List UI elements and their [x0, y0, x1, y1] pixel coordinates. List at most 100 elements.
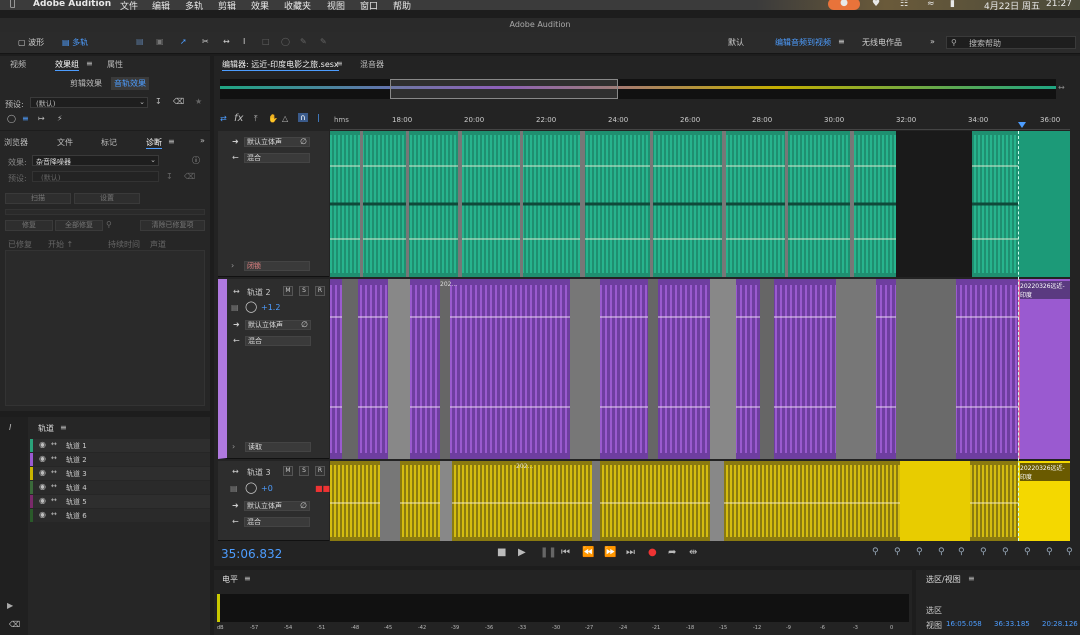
settings-expander[interactable] [5, 209, 205, 215]
tracks-timeline[interactable]: 202... 20220326远近-印度 202... 20220326远近-印… [330, 131, 1070, 541]
eye-icon[interactable]: ◉ [39, 468, 46, 477]
mute-button[interactable]: M [283, 466, 293, 476]
trash-icon[interactable]: ⌫ [9, 620, 20, 629]
zoom-tracks-icon[interactable]: ⚲ [1024, 547, 1031, 557]
track-2-mix[interactable]: 混合 [245, 336, 311, 346]
volume-knob[interactable]: ◯ [245, 481, 257, 494]
repair-all-button[interactable]: 全部修复 [55, 220, 103, 231]
tab-markers[interactable]: 标记 [101, 137, 117, 148]
track-3-header[interactable]: ↔ 轨道 3 M S R ▤ ◯ +0 ■■ ➜ 默认立体声 ∅ ← 混合 [218, 461, 330, 541]
zoom-reset-icon[interactable]: ⚲ [1046, 547, 1053, 557]
eye-icon[interactable]: ◉ [39, 454, 46, 463]
more-workspaces-icon[interactable]: » [930, 37, 935, 49]
subtab-clip-effects[interactable]: 剪辑效果 [70, 78, 102, 89]
track-1-clips[interactable] [330, 131, 1070, 277]
eye-icon[interactable]: ◉ [39, 510, 46, 519]
tab-browser[interactable]: 浏览器 [4, 137, 28, 148]
waveform-view-button[interactable]: ▢ 波形 [18, 37, 44, 49]
menu-file[interactable]: 文件 [120, 0, 138, 12]
track-3-mix[interactable]: 混合 [244, 517, 310, 527]
help-search[interactable]: ⚲ 搜索帮助 [946, 36, 1076, 49]
track-row[interactable]: ◉ ↔ 轨道 3 [30, 467, 210, 480]
session-overview[interactable] [220, 79, 1056, 99]
multitrack-view-button[interactable]: ▤ 多轨 [62, 37, 88, 49]
view-start[interactable]: 16:05.058 [946, 620, 982, 628]
scan-button[interactable]: 扫描 [5, 193, 71, 204]
snap-icon[interactable]: ⤒ [254, 114, 258, 124]
wifi-icon[interactable]: ≈ [927, 0, 935, 9]
pause-icon[interactable]: ❚❚ [540, 547, 557, 558]
battery-icon[interactable]: ▮ [950, 0, 955, 9]
col-repaired[interactable]: 已修复 [8, 239, 32, 250]
zoom-in-amplitude-icon[interactable]: ⚲ [872, 547, 879, 557]
col-channel[interactable]: 声道 [150, 239, 166, 250]
loop-icon[interactable]: ⇄ [220, 114, 227, 123]
save-preset-icon[interactable]: ↧ [155, 97, 162, 106]
menu-clip[interactable]: 剪辑 [218, 0, 236, 12]
marquee-tool-icon[interactable]: □ [262, 37, 270, 49]
menu-favorites[interactable]: 收藏夹 [284, 0, 311, 12]
solo-button[interactable]: S [299, 286, 309, 296]
track-row[interactable]: ◉ ↔ 轨道 4 [30, 481, 210, 494]
marker-icon[interactable]: ❘ [315, 113, 322, 122]
menu-window[interactable]: 窗口 [360, 0, 378, 12]
zoom-in-point-icon[interactable]: ⚲ [980, 547, 987, 557]
brush-tool-icon[interactable]: ✎ [300, 37, 307, 49]
subtab-track-effects[interactable]: 音轨效果 [111, 77, 149, 90]
workspace-default-tab[interactable]: 默认 [728, 37, 744, 49]
save-preset-icon[interactable]: ↧ [166, 172, 173, 181]
volume-knob[interactable]: ◯ [245, 300, 257, 313]
panel-menu-icon[interactable]: ≡ [60, 423, 67, 432]
time-selection-tool-icon[interactable]: I [243, 37, 245, 49]
repair-button[interactable]: 修复 [5, 220, 53, 231]
diagnostic-effect-select[interactable]: 杂音降噪器 ⌄ [32, 155, 159, 166]
play-icon[interactable]: ▶ [518, 547, 526, 558]
preset-select[interactable]: (默认) ⌄ [30, 97, 148, 108]
spectral-display-icon[interactable]: ▤ [136, 37, 144, 49]
apple-icon[interactable]:  [10, 0, 15, 9]
track-row[interactable]: ◉ ↔ 轨道 6 [30, 509, 210, 522]
menu-multitrack[interactable]: 多轨 [185, 0, 203, 12]
null-icon[interactable]: ∅ [300, 501, 307, 510]
panel-menu-icon[interactable]: ≡ [244, 574, 251, 583]
menu-extra-icon[interactable]: ☷ [900, 0, 908, 9]
mic-indicator-icon[interactable]: ● [828, 0, 860, 10]
null-icon[interactable]: ∅ [301, 320, 308, 329]
razor-tool-icon[interactable]: ✂ [202, 37, 209, 49]
panel-menu-icon[interactable]: ≡ [86, 59, 93, 68]
info-icon[interactable]: ⓘ [192, 155, 200, 166]
tab-properties[interactable]: 属性 [107, 59, 123, 70]
more-panels-icon[interactable]: » [200, 136, 205, 145]
tab-files[interactable]: 文件 [57, 137, 73, 148]
view-end[interactable]: 36:33.185 [994, 620, 1030, 628]
tab-editor-session[interactable]: 编辑器: 远近-印度电影之旅.sesx [222, 59, 339, 71]
pitch-display-icon[interactable]: ▣ [156, 37, 164, 49]
eye-icon[interactable]: ◉ [39, 482, 46, 491]
lightning-icon[interactable]: ⚡ [57, 114, 63, 123]
workspace-menu-icon[interactable]: ≡ [838, 37, 845, 49]
record-arm-button[interactable]: R [315, 466, 325, 476]
eye-icon[interactable]: ◉ [39, 496, 46, 505]
expand-icon[interactable]: › [231, 261, 234, 270]
delete-preset-icon[interactable]: ⌫ [184, 172, 195, 181]
mute-button[interactable]: M [283, 286, 293, 296]
solo-button[interactable]: S [299, 466, 309, 476]
favorite-icon[interactable]: ★ [195, 97, 202, 106]
app-menu[interactable]: Adobe Audition [33, 0, 111, 9]
tab-mixer[interactable]: 混音器 [360, 59, 384, 70]
track-3-name[interactable]: 轨道 3 [247, 467, 271, 478]
track-row[interactable]: ◉ ↔ 轨道 1 [30, 439, 210, 452]
menu-view[interactable]: 视图 [327, 0, 345, 12]
zoom-icon[interactable]: ⚲ [106, 220, 112, 229]
zoom-in-time-icon[interactable]: ⚲ [916, 547, 923, 557]
menu-edit[interactable]: 编辑 [152, 0, 170, 12]
col-start[interactable]: 开始 ↑ [48, 239, 73, 250]
playhead-marker[interactable] [1018, 122, 1026, 128]
diagnostic-results-list[interactable] [5, 250, 205, 406]
stop-icon[interactable]: ■ [497, 547, 506, 558]
play-icon[interactable]: ▶ [7, 601, 13, 610]
list-icon[interactable]: ≡ [22, 114, 29, 123]
settings-button[interactable]: 设置 [74, 193, 140, 204]
skip-clips-icon[interactable]: ⇹ [689, 547, 697, 558]
track-1-header[interactable]: ➜ 默认立体声 ∅ ← 混合 › 闭锁 [218, 131, 329, 277]
